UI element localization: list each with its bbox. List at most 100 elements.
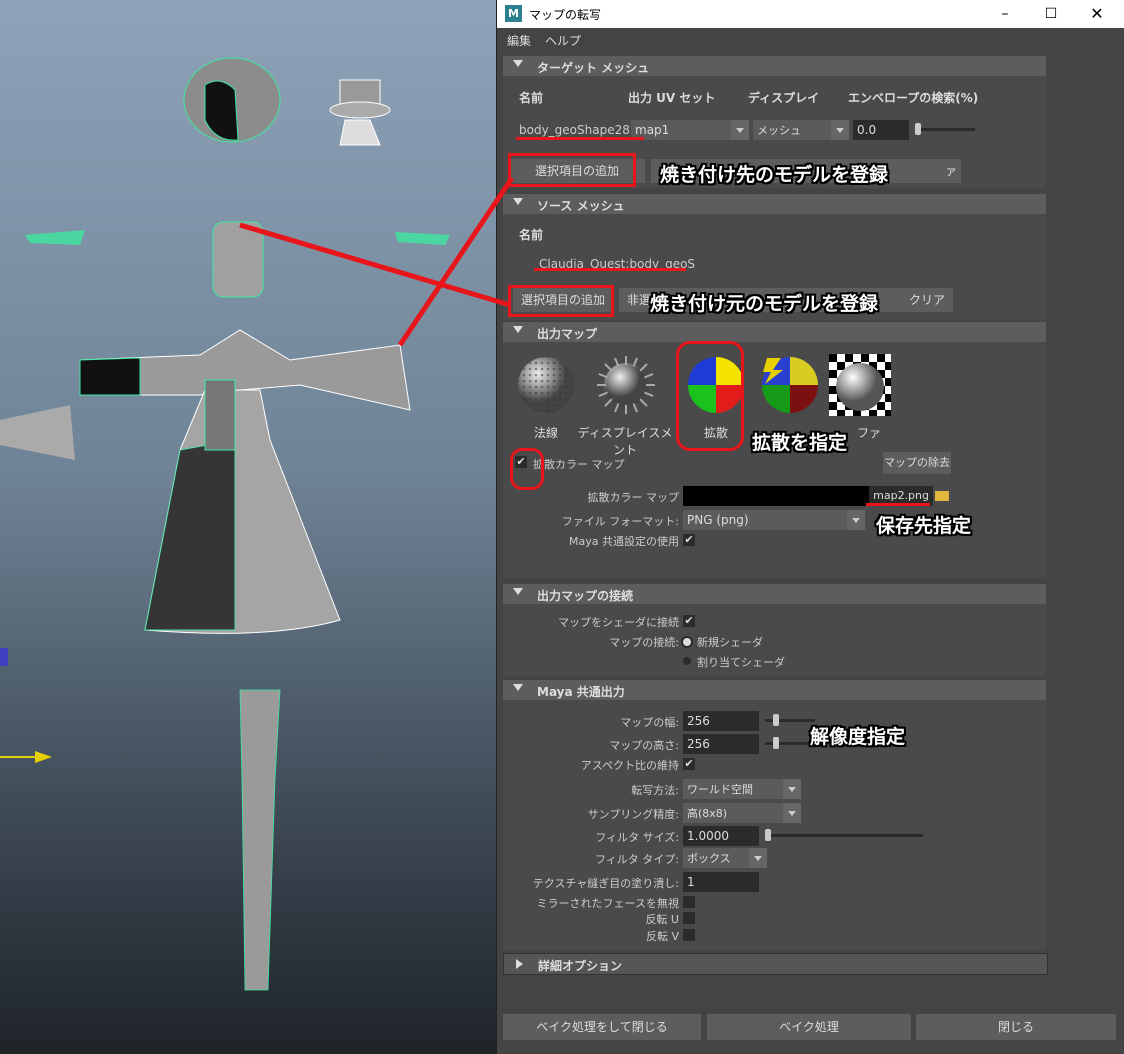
output-maps-panel: 法線 ディスプレイスメント 拡散 ファ ✔ 拡散カラー マップ マップの除去 拡… bbox=[503, 342, 1046, 578]
section-title: ターゲット メッシュ bbox=[537, 61, 650, 75]
section-output-maps[interactable]: 出力マップ bbox=[503, 322, 1046, 342]
collapse-arrow-icon bbox=[513, 198, 523, 205]
assigned-shader-radio[interactable] bbox=[683, 657, 691, 665]
close-window-button[interactable]: ✕ bbox=[1077, 2, 1117, 26]
3d-viewport[interactable] bbox=[0, 0, 496, 1054]
target-add-highlight bbox=[508, 153, 636, 187]
section-common-output[interactable]: Maya 共通出力 bbox=[503, 680, 1046, 700]
annotation-target: 焼き付け先のモデルを登録 bbox=[660, 164, 889, 186]
flip-v-label: 反転 V bbox=[645, 930, 679, 943]
envelope-field[interactable]: 0.0 bbox=[853, 120, 909, 140]
ignore-mirrored-faces-checkbox[interactable] bbox=[683, 896, 695, 908]
minimize-button[interactable]: – bbox=[985, 2, 1025, 26]
source-clear-button[interactable]: クリア bbox=[909, 288, 945, 312]
close-button[interactable]: 閉じる bbox=[916, 1014, 1116, 1040]
chevron-down-icon bbox=[731, 120, 749, 140]
section-target-mesh[interactable]: ターゲット メッシュ bbox=[503, 56, 1046, 76]
flip-u-checkbox[interactable] bbox=[683, 912, 695, 924]
map-height-field[interactable]: 256 bbox=[683, 734, 759, 754]
normal-map-label: 法線 bbox=[533, 426, 558, 440]
filter-type-dropdown[interactable]: ボックス bbox=[683, 848, 767, 868]
window-title: マップの転写 bbox=[529, 8, 602, 22]
menu-help[interactable]: ヘルプ bbox=[545, 32, 581, 49]
sampling-quality-dropdown[interactable]: 高(8x8) bbox=[683, 803, 801, 823]
envelope-slider[interactable] bbox=[915, 128, 975, 131]
bake-button[interactable]: ベイク処理 bbox=[707, 1014, 911, 1040]
annotation-source: 焼き付け元のモデルを登録 bbox=[650, 293, 879, 315]
connect-to-shader-label: マップをシェーダに接続 bbox=[558, 616, 679, 629]
folder-icon[interactable] bbox=[935, 491, 949, 501]
file-name-underline bbox=[866, 503, 930, 506]
diffuse-color-map-label: 拡散カラー マップ bbox=[533, 458, 625, 471]
display-dropdown[interactable]: メッシュ bbox=[753, 120, 849, 140]
section-connect-maps[interactable]: 出力マップの接続 bbox=[503, 584, 1046, 604]
target-mesh-name[interactable]: body_geoShape28 bbox=[519, 123, 630, 137]
map-height-slider-handle[interactable] bbox=[773, 737, 779, 749]
section-title: Maya 共通出力 bbox=[537, 685, 625, 699]
filter-size-slider-handle[interactable] bbox=[765, 829, 771, 841]
maya-app-icon: M bbox=[505, 5, 522, 22]
diffuse-file-label: 拡散カラー マップ bbox=[587, 491, 680, 504]
new-shader-label: 新規シェーダ bbox=[697, 636, 763, 649]
maya-common-settings-label: Maya 共通設定の使用 bbox=[569, 535, 679, 548]
file-format-label: ファイル フォーマット: bbox=[561, 515, 679, 528]
header-envelope: エンベロープの検索(%) bbox=[848, 91, 979, 105]
source-header-name: 名前 bbox=[519, 228, 544, 242]
collapse-arrow-icon bbox=[513, 326, 523, 333]
flip-v-checkbox[interactable] bbox=[683, 929, 695, 941]
source-add-highlight bbox=[508, 285, 614, 317]
keep-aspect-label: アスペクト比の維持 bbox=[580, 759, 679, 772]
maximize-button[interactable]: ☐ bbox=[1031, 2, 1071, 26]
map-width-label: マップの幅: bbox=[620, 716, 679, 729]
map-width-field[interactable]: 256 bbox=[683, 711, 759, 731]
source-name-underline bbox=[534, 268, 686, 271]
diffuse-checkbox-highlight bbox=[510, 448, 544, 490]
connect-maps-panel: マップをシェーダに接続 ✔ マップの接続: 新規シェーダ 割り当てシェーダ bbox=[503, 604, 1046, 676]
section-title: 出力マップの接続 bbox=[537, 589, 634, 603]
envelope-slider-handle[interactable] bbox=[915, 123, 921, 135]
uv-set-dropdown[interactable]: map1 bbox=[631, 120, 749, 140]
map-width-slider-handle[interactable] bbox=[773, 714, 779, 726]
expand-arrow-icon bbox=[516, 959, 523, 969]
section-source-mesh[interactable]: ソース メッシュ bbox=[503, 194, 1046, 214]
keep-aspect-checkbox[interactable]: ✔ bbox=[683, 758, 695, 770]
chevron-down-icon bbox=[831, 120, 849, 140]
assigned-shader-label: 割り当てシェーダ bbox=[697, 656, 785, 669]
file-format-dropdown[interactable]: PNG (png) bbox=[683, 510, 865, 530]
ambient-occlusion-label: ファ bbox=[856, 426, 881, 440]
menu-edit[interactable]: 編集 bbox=[507, 32, 531, 49]
chevron-down-icon bbox=[783, 803, 801, 823]
normal-map-icon[interactable] bbox=[515, 354, 577, 416]
ignore-mirrored-faces-label: ミラーされたフェースを無視 bbox=[536, 897, 679, 910]
common-output-panel: マップの幅: 256 マップの高さ: 256 アスペクト比の維持 ✔ 転写方法:… bbox=[503, 700, 1046, 950]
filter-size-field[interactable]: 1.0000 bbox=[683, 826, 759, 846]
new-shader-radio[interactable] bbox=[683, 638, 691, 646]
displacement-map-icon[interactable] bbox=[595, 354, 657, 416]
filter-size-label: フィルタ サイズ: bbox=[595, 831, 679, 844]
target-name-underline bbox=[516, 137, 644, 140]
annotation-diffuse: 拡散を指定 bbox=[752, 432, 848, 454]
title-bar: M マップの転写 – ☐ ✕ bbox=[497, 0, 1124, 28]
chevron-down-icon bbox=[783, 779, 801, 799]
diffuse-icon-highlight bbox=[676, 341, 744, 451]
transfer-method-dropdown[interactable]: ワールド空間 bbox=[683, 779, 801, 799]
connect-to-shader-checkbox[interactable]: ✔ bbox=[683, 615, 695, 627]
header-uv-set: 出力 UV セット bbox=[628, 91, 716, 105]
filter-type-label: フィルタ タイプ: bbox=[595, 853, 679, 866]
transfer-method-label: 転写方法: bbox=[631, 784, 679, 797]
header-name: 名前 bbox=[519, 91, 544, 105]
remove-map-button[interactable]: マップの除去 bbox=[883, 452, 951, 474]
filter-size-slider[interactable] bbox=[765, 834, 923, 837]
sampling-quality-label: サンプリング精度: bbox=[587, 808, 679, 821]
maya-common-settings-checkbox[interactable]: ✔ bbox=[683, 534, 695, 546]
section-advanced-options[interactable]: 詳細オプション bbox=[503, 953, 1048, 975]
chevron-down-icon bbox=[847, 510, 865, 530]
collapse-arrow-icon bbox=[513, 684, 523, 691]
bake-and-close-button[interactable]: ベイク処理をして閉じる bbox=[503, 1014, 701, 1040]
menu-bar: 編集 ヘルプ bbox=[497, 28, 1124, 50]
ambient-occlusion-icon[interactable] bbox=[829, 354, 891, 416]
section-title: 出力マップ bbox=[537, 327, 598, 341]
lighting-map-icon[interactable] bbox=[759, 354, 821, 416]
seam-fill-field[interactable]: 1 bbox=[683, 872, 759, 892]
annotation-resolution: 解像度指定 bbox=[810, 726, 906, 748]
